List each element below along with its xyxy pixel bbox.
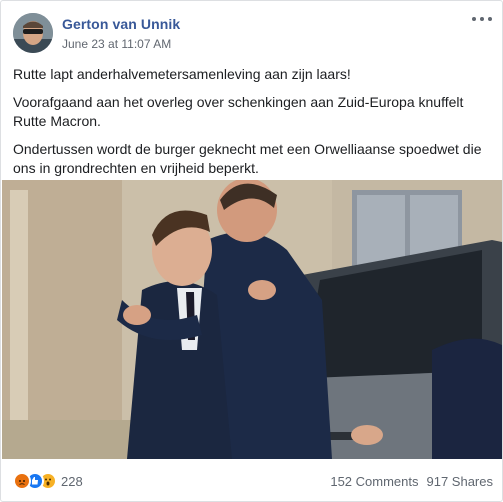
post-paragraph: Rutte lapt anderhalvemetersamenleving aa… (13, 66, 351, 82)
angry-icon (13, 472, 31, 490)
post-card: Gerton van Unnik June 23 at 11:07 AM Rut… (0, 0, 503, 502)
more-options-button[interactable] (472, 11, 492, 27)
post-timestamp[interactable]: June 23 at 11:07 AM (62, 37, 171, 51)
more-dot-icon (480, 17, 484, 21)
reaction-count: 228 (61, 473, 83, 489)
author-avatar[interactable] (13, 13, 53, 53)
reactions-summary[interactable]: 228 (13, 472, 83, 490)
comments-count-link[interactable]: 152 Comments (330, 474, 418, 489)
post-footer: 228 152 Comments 917 Shares (13, 463, 493, 499)
photo-illustration (2, 180, 502, 459)
engagement-stats: 152 Comments 917 Shares (330, 474, 493, 489)
avatar-photo (13, 13, 53, 53)
post-paragraph: Voorafgaand aan het overleg over schenki… (13, 94, 464, 129)
author-name[interactable]: Gerton van Unnik (62, 16, 180, 32)
more-dot-icon (488, 17, 492, 21)
post-text: Rutte lapt anderhalvemetersamenleving aa… (13, 65, 493, 187)
post-photo[interactable] (2, 180, 502, 459)
post-paragraph: Ondertussen wordt de burger geknecht met… (13, 141, 482, 176)
more-dot-icon (472, 17, 476, 21)
shares-count-link[interactable]: 917 Shares (427, 474, 494, 489)
